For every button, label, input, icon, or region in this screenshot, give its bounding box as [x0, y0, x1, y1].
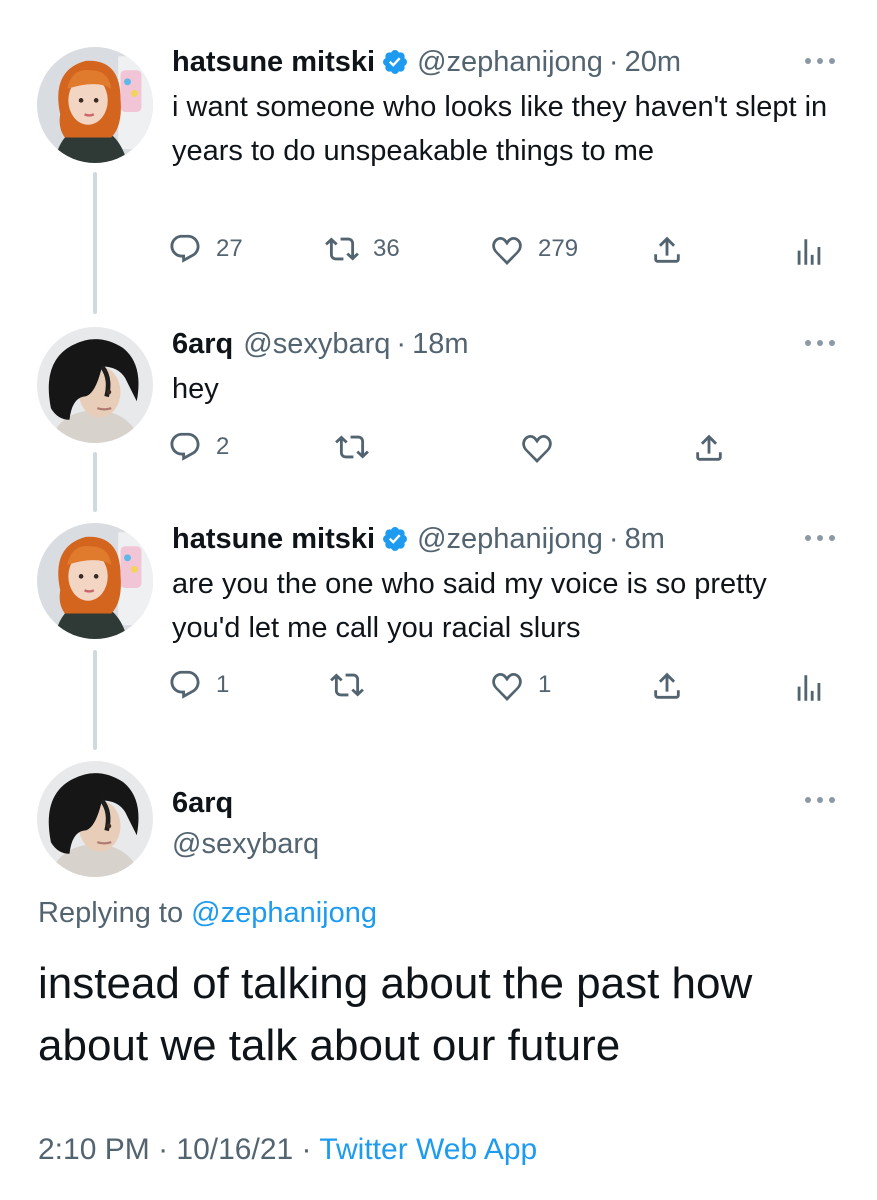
reply-button[interactable]: 1 [168, 668, 229, 702]
thread-line [93, 650, 97, 750]
like-icon [520, 430, 554, 464]
reply-button[interactable]: 27 [168, 232, 243, 266]
display-name[interactable]: hatsune mitski [172, 46, 375, 78]
more-icon[interactable] [803, 56, 837, 66]
analytics-icon [792, 671, 826, 705]
user-handle[interactable]: @zephanijong [417, 523, 603, 555]
retweet-count: 36 [373, 235, 400, 262]
retweet-icon [335, 430, 369, 464]
separator-dot: · [608, 523, 619, 555]
user-handle[interactable]: @sexybarq [172, 826, 319, 862]
thread-line [93, 172, 97, 314]
display-name[interactable]: 6arq [172, 785, 233, 821]
analytics-button[interactable] [792, 671, 826, 705]
verified-badge-icon [381, 525, 409, 553]
separator-dot: · [608, 46, 619, 78]
more-icon[interactable] [803, 338, 837, 348]
analytics-button[interactable] [792, 235, 826, 269]
more-icon[interactable] [803, 533, 837, 543]
reply-button[interactable]: 2 [168, 430, 229, 464]
reply-icon [168, 430, 202, 464]
like-icon [490, 668, 524, 702]
tweet-text: are you the one who said my voice is so … [172, 568, 767, 644]
separator-dot: · [301, 1133, 312, 1166]
share-button[interactable] [650, 233, 684, 267]
reply-icon [168, 668, 202, 702]
separator-dot: · [158, 1133, 169, 1166]
separator-dot: · [396, 328, 407, 360]
reply-count: 2 [216, 433, 230, 460]
retweet-icon [330, 668, 364, 702]
share-button[interactable] [692, 431, 726, 465]
tweet-time[interactable]: 2:10 PM [38, 1133, 150, 1166]
source-app-link[interactable]: Twitter Web App [319, 1133, 537, 1166]
tweet-text: hey [172, 373, 219, 405]
timestamp[interactable]: 18m [412, 328, 468, 360]
analytics-icon [792, 235, 826, 269]
share-icon [650, 233, 684, 267]
timestamp[interactable]: 8m [625, 523, 665, 555]
like-button[interactable] [520, 430, 554, 464]
display-name[interactable]: 6arq [172, 328, 233, 360]
reply-count: 27 [216, 235, 243, 262]
user-handle[interactable]: @sexybarq [243, 328, 390, 360]
like-icon [490, 232, 524, 266]
like-count: 1 [538, 671, 552, 698]
avatar-dark-hair[interactable] [37, 761, 153, 877]
tweet-header: hatsune mitski @zephanijong · 8m [172, 521, 665, 557]
like-button[interactable]: 279 [490, 232, 578, 266]
tweet-header: 6arq @sexybarq · 18m [172, 326, 468, 362]
timestamp[interactable]: 20m [625, 46, 681, 78]
reply-count: 1 [216, 671, 230, 698]
more-icon[interactable] [803, 795, 837, 805]
avatar-orange-hair[interactable] [37, 47, 153, 163]
tweet-text: instead of talking about the past how ab… [38, 959, 753, 1070]
user-handle[interactable]: @zephanijong [417, 46, 603, 78]
replying-to: Replying to @zephanijong [38, 895, 377, 931]
verified-badge-icon [381, 48, 409, 76]
thread-line [93, 452, 97, 512]
tweet-date[interactable]: 10/16/21 [176, 1133, 293, 1166]
tweet-meta: 2:10 PM · 10/16/21 · Twitter Web App [38, 1130, 537, 1170]
share-icon [650, 669, 684, 703]
share-button[interactable] [650, 669, 684, 703]
retweet-icon [325, 232, 359, 266]
display-name[interactable]: hatsune mitski [172, 523, 375, 555]
replying-prefix: Replying to [38, 897, 184, 929]
avatar-dark-hair[interactable] [37, 327, 153, 443]
tweet-header: hatsune mitski @zephanijong · 20m [172, 44, 681, 80]
avatar-orange-hair[interactable] [37, 523, 153, 639]
replying-to-link[interactable]: @zephanijong [191, 897, 377, 929]
tweet-text: i want someone who looks like they haven… [172, 91, 828, 167]
like-count: 279 [538, 235, 579, 262]
retweet-button[interactable]: 36 [325, 232, 400, 266]
reply-icon [168, 232, 202, 266]
retweet-button[interactable] [335, 430, 369, 464]
like-button[interactable]: 1 [490, 668, 551, 702]
retweet-button[interactable] [330, 668, 364, 702]
share-icon [692, 431, 726, 465]
